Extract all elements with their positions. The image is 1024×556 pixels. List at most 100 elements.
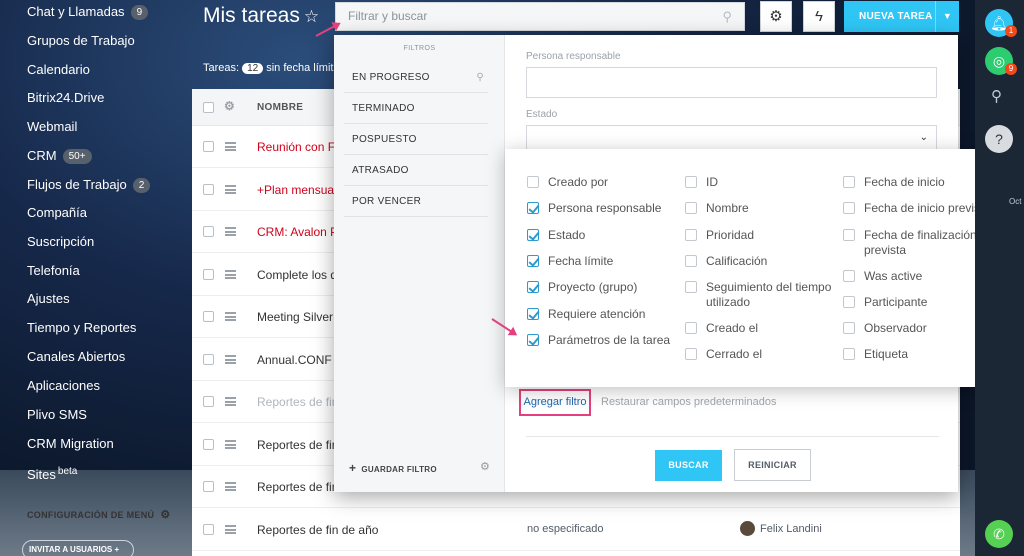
field-option[interactable]: Persona responsable (527, 201, 678, 216)
row-checkbox[interactable] (203, 353, 214, 365)
row-checkbox[interactable] (203, 311, 214, 322)
menu-config[interactable]: CONFIGURACIÓN DE MENÚ ⚙ (27, 508, 170, 521)
field-option[interactable]: ID (685, 175, 836, 190)
field-checkbox[interactable] (527, 176, 539, 188)
row-checkbox[interactable] (203, 226, 214, 237)
row-checkbox[interactable] (203, 141, 214, 152)
settings-button[interactable]: ⚙ (760, 1, 792, 32)
row-checkbox[interactable] (203, 396, 214, 407)
field-checkbox[interactable] (843, 202, 855, 214)
menu-icon[interactable] (225, 524, 236, 534)
search-input[interactable]: Filtrar y buscar ⚲ (335, 2, 745, 31)
select-all-checkbox[interactable] (203, 102, 214, 113)
field-checkbox[interactable] (843, 296, 855, 308)
filter-preset[interactable]: POSPUESTO (344, 124, 488, 155)
field-checkbox[interactable] (685, 229, 697, 241)
task-name[interactable]: Reportes de fin (257, 395, 338, 409)
sidebar-item[interactable]: Chat y Llamadas 9 (27, 2, 149, 22)
field-checkbox[interactable] (685, 348, 697, 360)
filter-preset[interactable]: EN PROGRESO ⚲ (344, 62, 488, 93)
add-filter-link[interactable]: Agregar filtro (519, 389, 591, 416)
sidebar-item[interactable]: Canales Abiertos (27, 347, 125, 367)
sidebar-item[interactable]: Aplicaciones (27, 376, 100, 396)
save-filter-button[interactable]: + GUARDAR FILTRO (349, 461, 437, 475)
gear-icon[interactable]: ⚙ (224, 99, 235, 113)
sidebar-item[interactable]: Ajustes (27, 289, 70, 309)
task-responsible[interactable]: Felix Landini (760, 523, 822, 535)
task-name[interactable]: Reunión con Fe (257, 140, 342, 154)
field-checkbox[interactable] (685, 322, 697, 334)
field-checkbox[interactable] (527, 281, 539, 293)
phone-icon[interactable]: ✆ (985, 520, 1013, 548)
field-option[interactable]: Proyecto (grupo) (527, 280, 678, 295)
field-checkbox[interactable] (843, 270, 855, 282)
sidebar-item[interactable]: Grupos de Trabajo (27, 31, 135, 51)
search-icon[interactable]: ⚲ (991, 87, 1002, 105)
field-checkbox[interactable] (843, 176, 855, 188)
task-name[interactable]: Complete los d (257, 268, 337, 282)
field-option[interactable]: Creado por (527, 175, 678, 190)
sidebar-item[interactable]: Calendario (27, 60, 90, 80)
invite-users-button[interactable]: INVITAR A USUARIOS + (22, 540, 134, 556)
sidebar-item[interactable]: Webmail (27, 117, 77, 137)
column-name-header[interactable]: NOMBRE (257, 102, 303, 113)
field-option[interactable]: Nombre (685, 201, 836, 216)
menu-icon[interactable] (225, 482, 236, 491)
field-option[interactable]: Creado el (685, 321, 836, 336)
reset-button[interactable]: REINICIAR (734, 449, 811, 481)
field-option[interactable]: Prioridad (685, 228, 836, 243)
responsible-field[interactable] (526, 67, 937, 98)
new-task-button[interactable]: NUEVA TAREA ▼ (844, 1, 959, 32)
menu-icon[interactable] (225, 354, 236, 364)
field-checkbox[interactable] (685, 176, 697, 188)
menu-icon[interactable] (225, 142, 236, 151)
field-option[interactable]: Seguimiento del tiempo utilizado (685, 280, 836, 310)
field-checkbox[interactable] (843, 229, 855, 241)
field-checkbox[interactable] (527, 334, 539, 346)
task-name[interactable]: Reportes de fin de año (257, 523, 378, 537)
status-select[interactable]: ⌄ (526, 125, 937, 152)
row-checkbox[interactable] (203, 481, 214, 492)
row-checkbox[interactable] (203, 268, 214, 280)
sidebar-item[interactable]: Compañía (27, 203, 87, 223)
sidebar-item[interactable]: Suscripción (27, 232, 94, 252)
sidebar-item[interactable]: CRM Migration (27, 434, 114, 454)
table-row[interactable]: Reportes de fin de año no especificado Fel… (192, 509, 960, 551)
field-checkbox[interactable] (685, 281, 697, 293)
sidebar-item[interactable]: Sites beta (27, 462, 77, 482)
pin-icon[interactable]: ⚲ (476, 62, 484, 93)
field-checkbox[interactable] (843, 348, 855, 360)
help-icon[interactable]: ? (985, 125, 1013, 153)
automation-button[interactable]: ϟ (803, 1, 835, 32)
chevron-down-icon[interactable]: ▼ (935, 1, 959, 32)
sidebar-item[interactable]: Telefonía (27, 261, 80, 281)
sidebar-item[interactable]: Tiempo y Reportes (27, 318, 136, 338)
field-checkbox[interactable] (843, 322, 855, 334)
menu-icon[interactable] (225, 312, 236, 321)
field-checkbox[interactable] (685, 255, 697, 267)
task-name[interactable]: Annual.CONF (257, 353, 332, 367)
gear-icon[interactable]: ⚙ (480, 460, 490, 473)
task-name[interactable]: Reportes de fin (257, 480, 338, 494)
field-option[interactable]: Calificación (685, 254, 836, 269)
menu-icon[interactable] (225, 227, 236, 236)
sidebar-item[interactable]: Bitrix24.Drive (27, 88, 104, 108)
menu-icon[interactable] (225, 397, 236, 406)
menu-icon[interactable] (225, 439, 236, 449)
search-icon[interactable]: ⚲ (722, 3, 732, 30)
menu-icon[interactable] (225, 184, 236, 194)
filter-preset[interactable]: POR VENCER (344, 186, 488, 217)
restore-defaults-link[interactable]: Restaurar campos predeterminados (601, 396, 776, 408)
task-name[interactable]: Meeting Silver F (257, 310, 344, 324)
field-option[interactable]: Parámetros de la tarea (527, 333, 678, 348)
field-checkbox[interactable] (527, 229, 539, 241)
row-checkbox[interactable] (203, 523, 214, 535)
sidebar-item[interactable]: Plivo SMS (27, 405, 87, 425)
field-checkbox[interactable] (685, 202, 697, 214)
sidebar-item[interactable]: Flujos de Trabajo 2 (27, 175, 151, 195)
field-checkbox[interactable] (527, 202, 539, 214)
star-icon[interactable]: ☆ (304, 7, 319, 26)
field-option[interactable]: Estado (527, 228, 678, 243)
row-checkbox[interactable] (203, 438, 214, 450)
sidebar-item[interactable]: CRM 50+ (27, 146, 92, 166)
